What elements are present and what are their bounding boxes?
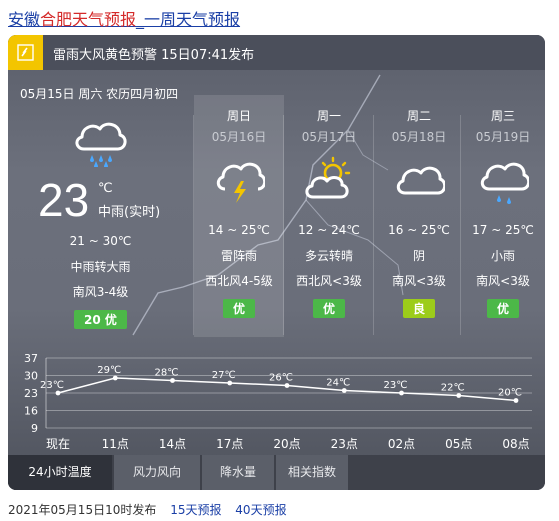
- forecast-aqi-badge[interactable]: 优: [486, 299, 519, 318]
- forecast-condition: 阴: [412, 249, 425, 263]
- temperature-point: [112, 375, 118, 381]
- forecast-weekday: 周二: [406, 109, 431, 123]
- alert-bar[interactable]: 雷雨大风黄色预警 15日07:41发布: [8, 35, 545, 70]
- footer: 2021年05月15日10时发布 15天预报 40天预报: [8, 501, 287, 518]
- today-aqi-badge[interactable]: 20 优: [74, 310, 127, 329]
- tab-indices[interactable]: 相关指数: [276, 455, 348, 490]
- tab-wind[interactable]: 风力风向: [114, 455, 200, 490]
- page-title-link[interactable]: 安徽合肥天气预报_一周天气预报: [8, 6, 240, 30]
- today-date: 05月15日 周六 农历四月初四: [20, 87, 179, 101]
- x-tick-label: 11点: [102, 437, 129, 451]
- x-tick-label: 23点: [331, 437, 358, 451]
- forecast-weekday: 周三: [490, 109, 515, 123]
- rain-cloud-icon: [75, 122, 127, 167]
- current-temperature: 23: [38, 174, 90, 226]
- temperature-data-label: 27℃: [212, 370, 236, 381]
- forecast-temp-range: 16 ~ 25℃: [388, 223, 450, 237]
- current-condition: 中雨(实时): [98, 205, 161, 220]
- temperature-point: [513, 398, 519, 403]
- link-40-day-forecast[interactable]: 40天预报: [235, 503, 286, 517]
- tab-24h-temperature[interactable]: 24小时温度: [8, 455, 112, 490]
- title-prefix: 安徽: [8, 10, 41, 29]
- warning-flag-icon: [8, 35, 43, 70]
- temperature-point: [55, 390, 61, 396]
- partly-cloudy-icon: [305, 156, 351, 199]
- forecast-aqi-badge[interactable]: 良: [402, 299, 435, 318]
- forecast-wind: 南风<3级: [476, 274, 530, 288]
- forecast-condition: 雷阵雨: [220, 249, 257, 263]
- forecast-weekday: 周一: [316, 109, 341, 123]
- alert-text: 雷雨大风黄色预警 15日07:41发布: [53, 48, 255, 63]
- publish-time: 2021年05月15日10时发布: [8, 503, 157, 517]
- temperature-point: [399, 390, 404, 396]
- tab-precipitation[interactable]: 降水量: [202, 455, 274, 490]
- forecast-day-tuesday[interactable]: 周二 05月18日 16 ~ 25℃ 阴 南风<3级 良: [374, 95, 464, 337]
- forecast-aqi-badge[interactable]: 优: [222, 299, 255, 318]
- temperature-data-label: 23℃: [40, 380, 64, 391]
- temperature-data-label: 29℃: [97, 365, 121, 376]
- forecast-wind: 西北风4-5级: [205, 274, 273, 288]
- weather-card: 雷雨大风黄色预警 15日07:41发布 05月15日 周六 农历四月初四 23 …: [8, 35, 545, 490]
- temperature-unit: ℃: [98, 181, 113, 196]
- thunderstorm-icon: [216, 162, 265, 203]
- link-15-day-forecast[interactable]: 15天预报: [170, 503, 221, 517]
- forecast-condition: 小雨: [490, 249, 515, 263]
- cloudy-icon: [396, 166, 445, 195]
- y-tick-label: 9: [31, 422, 38, 435]
- temperature-point: [341, 388, 347, 393]
- light-rain-icon: [480, 162, 529, 204]
- today-temp-range: 21 ~ 30℃: [69, 234, 132, 248]
- forecast-day-monday[interactable]: 周一 05月17日 12 ~ 24℃ 多云转晴 西北风<3级 优: [284, 95, 374, 337]
- x-tick-label: 20点: [273, 437, 300, 451]
- temperature-data-label: 28℃: [155, 368, 179, 379]
- forecast-temp-range: 17 ~ 25℃: [472, 223, 534, 237]
- x-tick-label: 02点: [388, 437, 415, 451]
- title-sep: _: [136, 10, 145, 29]
- forecast-condition: 多云转晴: [304, 249, 353, 263]
- temperature-data-label: 24℃: [326, 378, 350, 389]
- temperature-point: [227, 380, 233, 386]
- today-summary: 21 ~ 30℃ 中雨转大雨 南风3-4级 20 优: [8, 230, 193, 329]
- y-tick-label: 23: [24, 387, 38, 400]
- forecast-day-sunday[interactable]: 周日 05月16日 14 ~ 25℃ 雷阵雨 西北风4-5级 优: [194, 95, 284, 337]
- y-tick-label: 37: [24, 352, 38, 365]
- forecast-date: 05月17日: [301, 130, 357, 144]
- forecast-day-wednesday[interactable]: 周三 05月19日 17 ~ 25℃ 小雨 南风<3级 优: [461, 95, 545, 337]
- temperature-data-label: 23℃: [384, 380, 408, 391]
- forecast-temp-range: 12 ~ 24℃: [298, 223, 360, 237]
- title-suffix: 一周天气预报: [144, 10, 241, 29]
- x-tick-label: 14点: [159, 437, 186, 451]
- forecast-aqi-badge[interactable]: 优: [312, 299, 345, 318]
- y-tick-label: 16: [24, 405, 38, 418]
- chart-tabs: 24小时温度 风力风向 降水量 相关指数: [8, 455, 545, 490]
- x-tick-label: 现在: [46, 437, 70, 451]
- forecast-date: 05月18日: [391, 130, 447, 144]
- today-wind: 南风3-4级: [72, 285, 129, 299]
- temperature-line-chart: 37 30 23 16 9 23℃ 现在 29℃ 11点 28℃ 14点 27℃ 17点 26℃ 20点 24…: [24, 352, 532, 451]
- today-condition: 中雨转大雨: [70, 260, 131, 274]
- temperature-data-label: 20℃: [498, 388, 522, 399]
- forecast-weekday: 周日: [226, 109, 251, 123]
- forecast-wind: 西北风<3级: [296, 274, 362, 288]
- temperature-point: [456, 393, 462, 398]
- forecast-wind: 南风<3级: [392, 274, 446, 288]
- forecast-temp-range: 14 ~ 25℃: [208, 223, 270, 237]
- y-tick-label: 30: [24, 370, 38, 383]
- temperature-data-label: 22℃: [441, 383, 465, 394]
- title-city: 合肥天气预报: [40, 10, 137, 29]
- x-tick-label: 17点: [216, 437, 243, 451]
- temperature-data-label: 26℃: [269, 373, 293, 384]
- forecast-date: 05月16日: [211, 130, 267, 144]
- forecast-date: 05月19日: [475, 130, 531, 144]
- x-tick-label: 08点: [502, 437, 529, 451]
- hourly-temperature-chart: 37 30 23 16 9 23℃ 现在 29℃ 11点 28℃ 14点 27℃ 17点 26℃ 20点 24…: [8, 340, 545, 455]
- temperature-point: [170, 378, 175, 383]
- x-tick-label: 05点: [445, 437, 472, 451]
- temperature-point: [284, 383, 290, 388]
